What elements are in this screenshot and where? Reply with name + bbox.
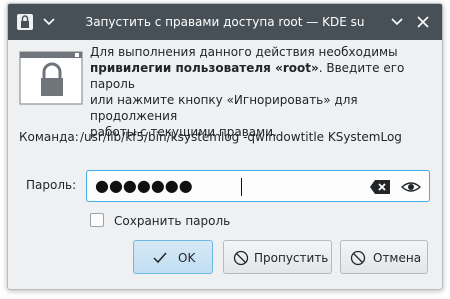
- lock-screen-icon: [19, 51, 83, 105]
- skip-button[interactable]: Пропустить: [223, 240, 332, 274]
- close-icon[interactable]: [414, 13, 432, 31]
- message-line: Для выполнения данного действия необходи…: [90, 45, 398, 59]
- password-masked-value: ●●●●●●●: [95, 176, 193, 195]
- cancel-button[interactable]: Отмена: [340, 240, 428, 274]
- remember-password-label[interactable]: Сохранить пароль: [114, 214, 230, 228]
- password-field[interactable]: ●●●●●●●: [86, 170, 430, 202]
- message-line: привилегии пользователя «root». Введите …: [90, 60, 435, 92]
- titlebar[interactable]: Запустить с правами доступа root — KDE s…: [8, 4, 442, 40]
- privilege-emphasis: привилегии пользователя «root»: [90, 61, 319, 75]
- skip-button-label: Пропустить: [254, 251, 329, 265]
- command-value: /usr/lib/kf5/bin/ksystemlog -qwindowtitl…: [80, 130, 402, 144]
- cancel-circle-icon: [233, 250, 249, 266]
- eye-icon[interactable]: [401, 179, 421, 195]
- command-label: Команда:: [19, 130, 79, 144]
- text-caret: [241, 178, 242, 196]
- window-title: Запустить с правами доступа root — KDE s…: [85, 15, 365, 29]
- kdesu-dialog: Запустить с правами доступа root — KDE s…: [7, 3, 443, 290]
- checkmark-icon: [153, 252, 167, 264]
- backspace-clear-icon[interactable]: [369, 179, 391, 195]
- remember-password-checkbox[interactable]: [90, 213, 104, 227]
- cancel-circle-icon: [350, 250, 366, 266]
- minimize-chevron-icon[interactable]: [388, 13, 406, 31]
- ok-button[interactable]: OK: [133, 240, 213, 274]
- cancel-button-label: Отмена: [373, 251, 422, 265]
- password-label: Пароль:: [26, 178, 77, 192]
- ok-button-label: OK: [178, 251, 196, 265]
- message-line: или нажмите кнопку «Игнорировать» для пр…: [90, 93, 358, 123]
- explanation-text: Для выполнения данного действия необходи…: [90, 44, 435, 140]
